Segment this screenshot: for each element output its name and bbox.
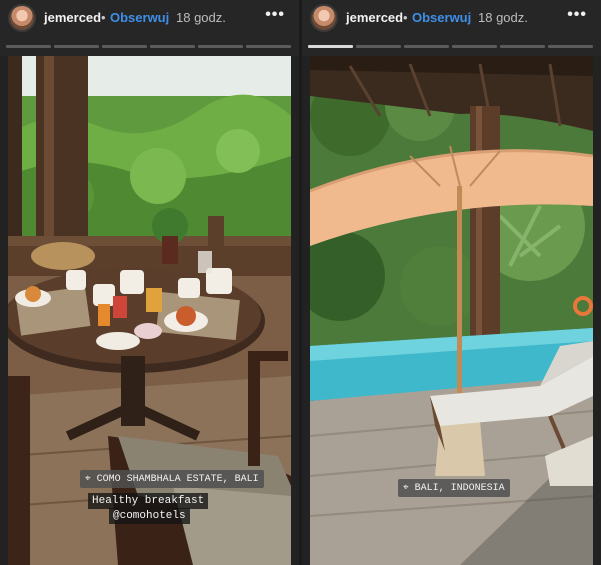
- caption-line-2[interactable]: @comohotels: [109, 508, 190, 524]
- story-header: jemerced • Obserwuj 18 godz. •••: [302, 0, 601, 56]
- timestamp: 18 godz.: [176, 10, 226, 25]
- username[interactable]: jemerced: [44, 10, 101, 25]
- story-header: jemerced • Obserwuj 18 godz. •••: [0, 0, 299, 56]
- avatar[interactable]: [310, 4, 338, 32]
- location-pin-icon: ⌖: [403, 483, 415, 494]
- progress-segment: [6, 45, 51, 48]
- story-photo-pool: ⌖ BALI, INDONESIA: [310, 56, 593, 565]
- progress-segment: [500, 45, 545, 48]
- username[interactable]: jemerced: [346, 10, 403, 25]
- separator-dot: •: [403, 10, 408, 25]
- follow-button[interactable]: Obserwuj: [412, 10, 471, 25]
- caption-line-1: Healthy breakfast: [88, 493, 209, 509]
- timestamp: 18 godz.: [478, 10, 528, 25]
- progress-segment: [102, 45, 147, 48]
- location-sticker[interactable]: ⌖ BALI, INDONESIA: [398, 479, 510, 497]
- location-label: BALI, INDONESIA: [414, 483, 505, 494]
- progress-segment: [308, 45, 353, 48]
- progress-segment: [452, 45, 497, 48]
- progress-segment: [356, 45, 401, 48]
- story-card-2[interactable]: jemerced • Obserwuj 18 godz. ••• ⌖ BALI,…: [302, 0, 601, 565]
- follow-button[interactable]: Obserwuj: [110, 10, 169, 25]
- progress-segment: [548, 45, 593, 48]
- stories-viewer: jemerced • Obserwuj 18 godz. ••• ⌖ COMO …: [0, 0, 601, 565]
- more-options-icon[interactable]: •••: [567, 6, 587, 24]
- progress-segment: [246, 45, 291, 48]
- progress-segment: [150, 45, 195, 48]
- location-pin-icon: ⌖: [85, 474, 97, 485]
- location-label: COMO SHAMBHALA ESTATE, BALI: [96, 474, 259, 485]
- avatar[interactable]: [8, 4, 36, 32]
- separator-dot: •: [101, 10, 106, 25]
- location-sticker[interactable]: ⌖ COMO SHAMBHALA ESTATE, BALI: [80, 470, 264, 488]
- more-options-icon[interactable]: •••: [265, 6, 285, 24]
- story-progress-bar: [308, 45, 593, 48]
- story-card-1[interactable]: jemerced • Obserwuj 18 godz. ••• ⌖ COMO …: [0, 0, 299, 565]
- progress-segment: [54, 45, 99, 48]
- story-photo-breakfast: ⌖ COMO SHAMBHALA ESTATE, BALI Healthy br…: [8, 56, 291, 565]
- breakfast-terrace-image: [8, 56, 291, 565]
- story-progress-bar: [6, 45, 291, 48]
- progress-segment: [198, 45, 243, 48]
- progress-segment: [404, 45, 449, 48]
